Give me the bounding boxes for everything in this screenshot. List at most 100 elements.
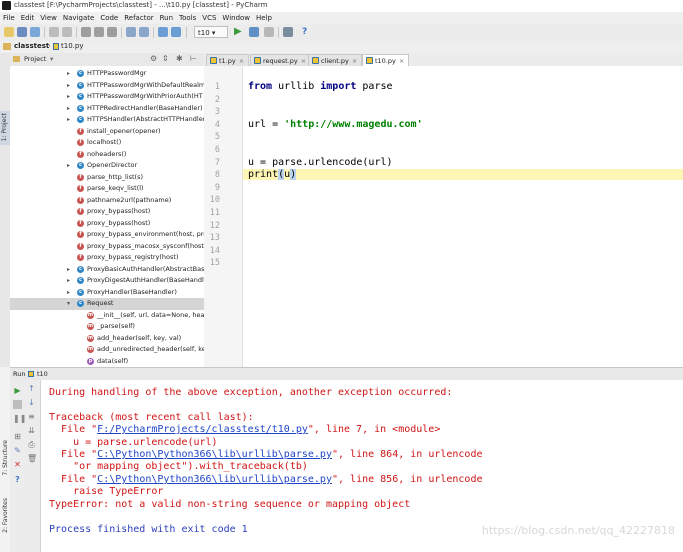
tree-item[interactable]: ▸ c HTTPSHandler(AbstractHTTPHandler: [10, 114, 204, 126]
menu-window[interactable]: Window: [222, 14, 250, 22]
tree-item[interactable]: f noheaders(): [10, 149, 204, 161]
tab-t10[interactable]: t10.py ×: [362, 54, 410, 66]
run-configuration-select[interactable]: t10 ▾: [194, 26, 228, 38]
breadcrumb-file[interactable]: t10.py: [61, 42, 83, 50]
redo-icon[interactable]: [62, 27, 72, 37]
close-icon[interactable]: ✕: [13, 460, 22, 469]
chevron-right-icon[interactable]: ▸: [67, 287, 70, 299]
menu-refactor[interactable]: Refactor: [124, 14, 153, 22]
forward-icon[interactable]: [171, 27, 181, 37]
menu-vcs[interactable]: VCS: [202, 14, 216, 22]
tree-item[interactable]: m add_header(self, key, val): [10, 333, 204, 345]
scroll-from-source-icon[interactable]: ⇕: [162, 54, 169, 63]
traceback-file-link[interactable]: C:\Python\Python366\lib\urllib\parse.py: [97, 474, 332, 485]
menu-view[interactable]: View: [40, 14, 57, 22]
project-panel-header: Project ▾ ⚙ ⇕ ✱ ⊢: [10, 53, 204, 67]
tree-item-label: pathname2url(pathname): [87, 195, 172, 204]
find-icon[interactable]: [126, 27, 136, 37]
tree-item[interactable]: f proxy_bypass_environment(host, pro: [10, 229, 204, 241]
sync-icon[interactable]: [30, 27, 40, 37]
chevron-right-icon[interactable]: ▸: [67, 91, 70, 103]
chevron-right-icon[interactable]: ▸: [67, 114, 70, 126]
copy-icon[interactable]: [94, 27, 104, 37]
stop-icon[interactable]: [264, 27, 274, 37]
breadcrumb-project[interactable]: classtest: [14, 42, 49, 50]
tree-item[interactable]: f parse_http_list(s): [10, 172, 204, 184]
menu-run[interactable]: Run: [160, 14, 173, 22]
tree-item[interactable]: f proxy_bypass(host): [10, 206, 204, 218]
up-arrow-icon[interactable]: ↑: [27, 384, 36, 393]
hide-panel-icon[interactable]: ⊢: [190, 54, 197, 63]
debug-icon[interactable]: [249, 27, 259, 37]
tree-item[interactable]: ▾ c Request: [10, 298, 204, 310]
tree-item[interactable]: f proxy_bypass_registry(host): [10, 252, 204, 264]
chevron-right-icon[interactable]: ▸: [67, 275, 70, 287]
tree-item[interactable]: p data(self): [10, 356, 204, 368]
save-all-icon[interactable]: [17, 27, 27, 37]
tab-t1[interactable]: t1.py ×: [206, 54, 250, 66]
tree-item[interactable]: ▸ c ProxyDigestAuthHandler(BaseHandler: [10, 275, 204, 287]
trash-icon[interactable]: 🗑: [27, 454, 37, 463]
cut-icon[interactable]: [81, 27, 91, 37]
print-icon[interactable]: ⎙: [27, 440, 36, 449]
project-tool-button[interactable]: 1: Project: [0, 111, 10, 145]
wrap-icon[interactable]: ≡: [27, 412, 36, 421]
chevron-right-icon[interactable]: ▸: [67, 103, 70, 115]
run-icon[interactable]: ▶: [234, 27, 244, 37]
tree-item[interactable]: f install_opener(opener): [10, 126, 204, 138]
tree-item[interactable]: f proxy_bypass_macosx_sysconf(host): [10, 241, 204, 253]
help-icon[interactable]: ?: [13, 475, 22, 484]
down-arrow-icon[interactable]: ↓: [27, 398, 36, 407]
rerun-icon[interactable]: ▶: [13, 386, 22, 395]
project-view-select[interactable]: Project: [24, 55, 46, 63]
code-editor[interactable]: from urllib import parse url = 'http://w…: [243, 66, 683, 367]
menu-edit[interactable]: Edit: [21, 14, 35, 22]
menu-file[interactable]: File: [3, 14, 15, 22]
menu-code[interactable]: Code: [100, 14, 118, 22]
settings-icon[interactable]: [283, 27, 293, 37]
chevron-right-icon[interactable]: ▸: [67, 80, 70, 92]
tree-item[interactable]: ▸ c HTTPPasswordMgr: [10, 68, 204, 80]
tree-item[interactable]: ▸ c OpenerDirector: [10, 160, 204, 172]
pause-icon[interactable]: ❚❚: [13, 414, 26, 423]
traceback-file-link[interactable]: C:\Python\Python366\lib\urllib\parse.py: [97, 449, 332, 460]
chevron-right-icon[interactable]: ▸: [67, 160, 70, 172]
scroll-to-end-icon[interactable]: ⇊: [27, 426, 36, 435]
menu-help[interactable]: Help: [256, 14, 272, 22]
menu-navigate[interactable]: Navigate: [63, 14, 94, 22]
chevron-down-icon[interactable]: ▾: [50, 55, 53, 63]
paste-icon[interactable]: [107, 27, 117, 37]
undo-icon[interactable]: [49, 27, 59, 37]
help-icon[interactable]: ?: [302, 27, 312, 37]
tab-client[interactable]: client.py ×: [308, 54, 363, 66]
tree-item[interactable]: ▸ c HTTPPasswordMgrWithPriorAuth(HT: [10, 91, 204, 103]
menu-tools[interactable]: Tools: [179, 14, 196, 22]
favorites-tool-button[interactable]: 2: Favorites: [2, 498, 9, 533]
tree-item[interactable]: f proxy_bypass(host): [10, 218, 204, 230]
tree-item[interactable]: ▸ c HTTPPasswordMgrWithDefaultRealm: [10, 80, 204, 92]
chevron-down-icon[interactable]: ▾: [67, 298, 70, 310]
tree-item[interactable]: f localhost(): [10, 137, 204, 149]
tab-request[interactable]: request.py ×: [250, 54, 312, 66]
chevron-right-icon[interactable]: ▸: [67, 264, 70, 276]
tree-item[interactable]: m _parse(self): [10, 321, 204, 333]
traceback-file-link[interactable]: F:/PycharmProjects/classtest/t10.py: [97, 424, 308, 435]
restore-layout-icon[interactable]: ⊞: [13, 432, 22, 441]
replace-icon[interactable]: [139, 27, 149, 37]
tree-item[interactable]: ▸ c ProxyBasicAuthHandler(AbstractBasic: [10, 264, 204, 276]
tree-item[interactable]: f pathname2url(pathname): [10, 195, 204, 207]
tree-item[interactable]: m __init__(self, url, data=None, head: [10, 310, 204, 322]
tree-item[interactable]: m add_unredirected_header(self, ke: [10, 344, 204, 356]
tree-item[interactable]: ▸ c HTTPRedirectHandler(BaseHandler): [10, 103, 204, 115]
gear-icon[interactable]: ⚙: [150, 54, 157, 63]
structure-tool-button[interactable]: 7: Structure: [2, 440, 9, 476]
open-folder-icon[interactable]: [4, 27, 14, 37]
method-icon: m: [87, 346, 94, 353]
tree-item[interactable]: f parse_keqv_list(l): [10, 183, 204, 195]
stop-icon[interactable]: [13, 400, 22, 409]
chevron-right-icon[interactable]: ▸: [67, 68, 70, 80]
pin-icon[interactable]: ✎: [13, 446, 22, 455]
tree-item[interactable]: ▸ c ProxyHandler(BaseHandler): [10, 287, 204, 299]
settings-icon[interactable]: ✱: [176, 54, 183, 63]
back-icon[interactable]: [158, 27, 168, 37]
